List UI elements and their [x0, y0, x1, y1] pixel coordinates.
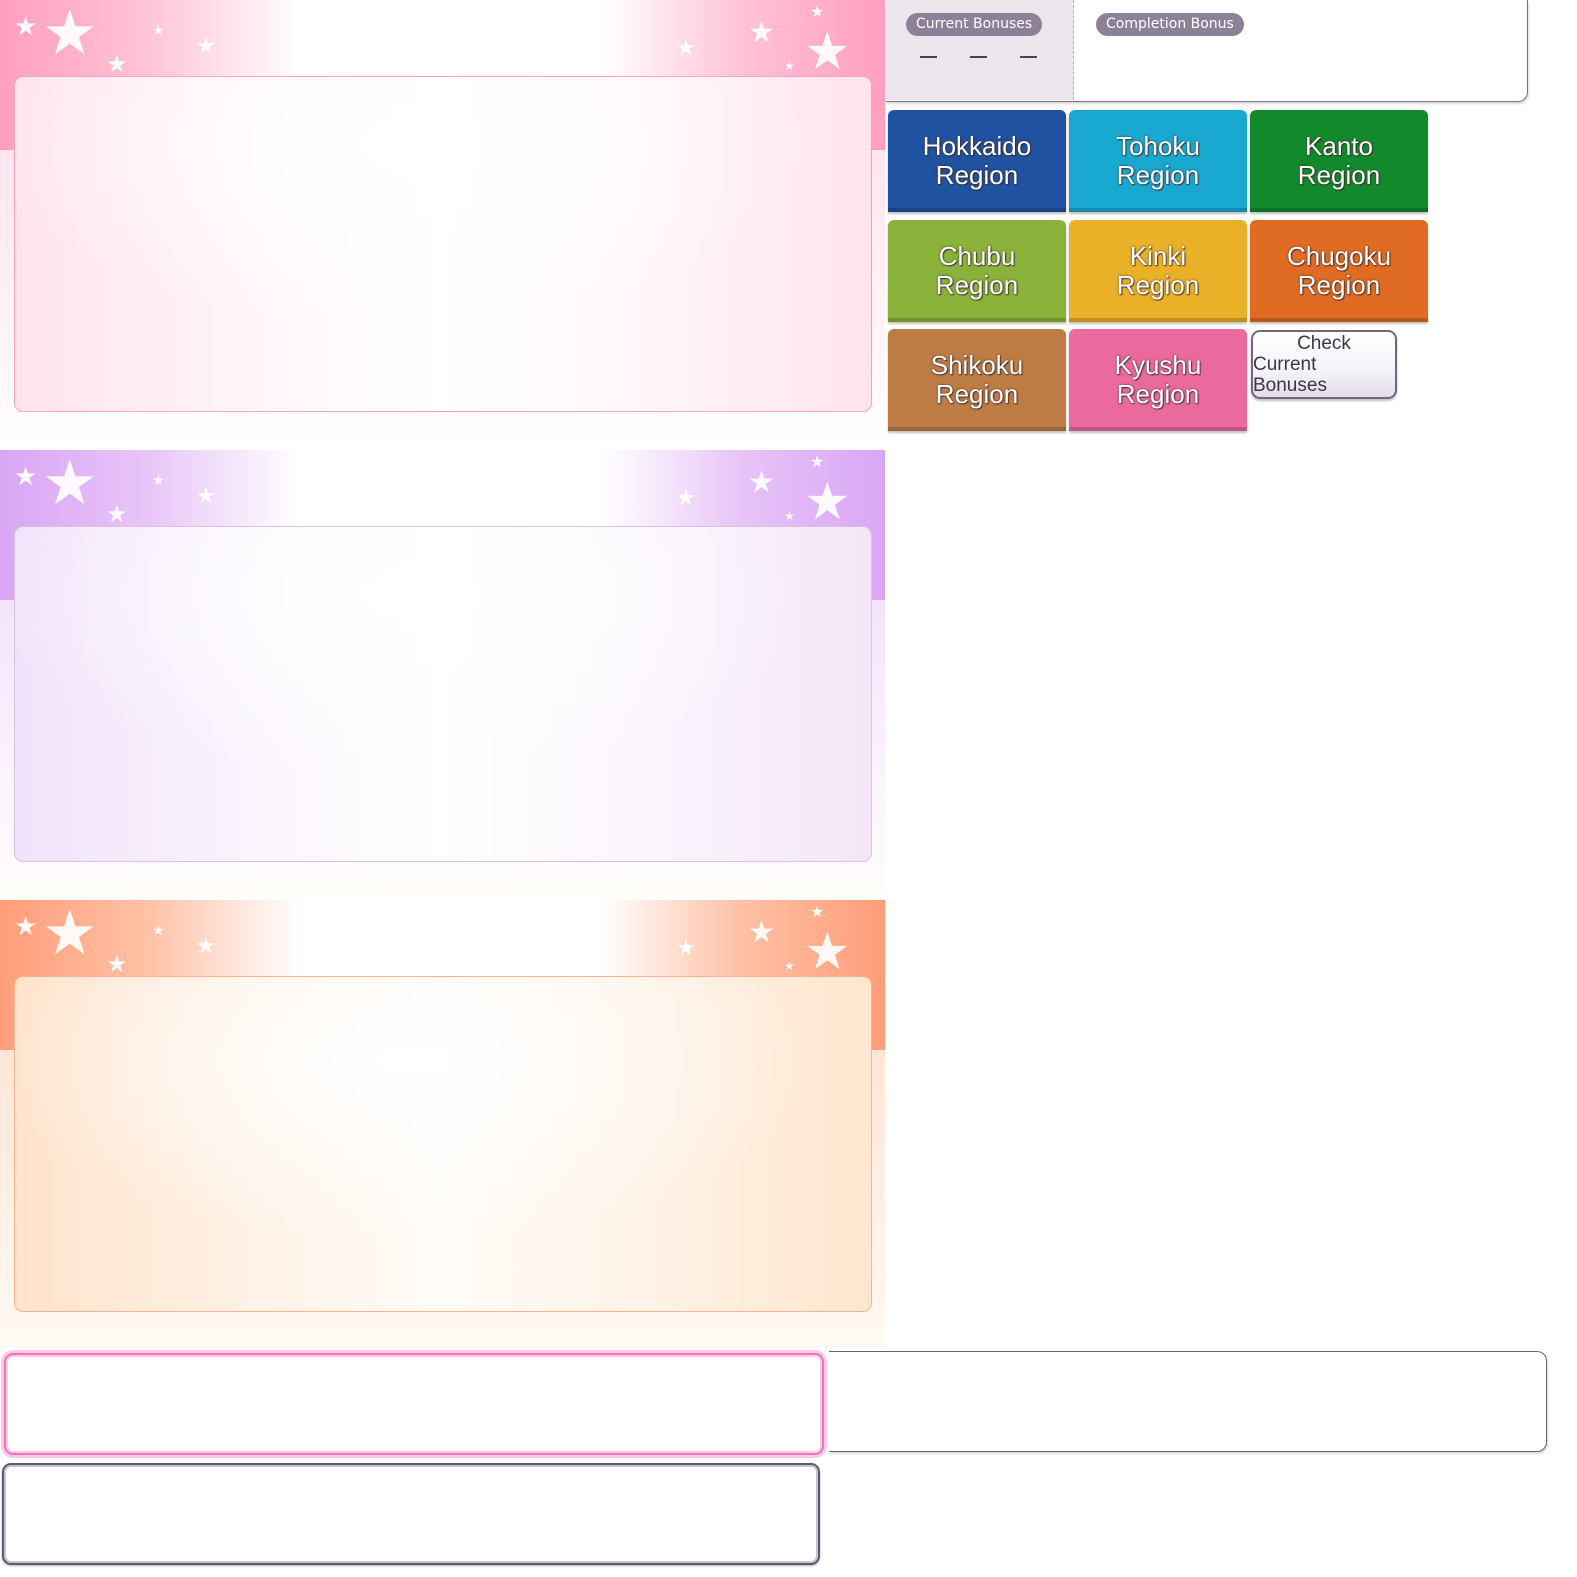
current-bonuses-area: Current Bonuses – – –: [886, 0, 1074, 100]
region-button-kanto[interactable]: Kanto Region: [1250, 110, 1428, 212]
current-bonus-value: –: [920, 56, 937, 58]
region-button-shikoku[interactable]: Shikoku Region: [888, 329, 1066, 431]
purple-content-box: [14, 526, 872, 862]
star-icon: ★: [784, 959, 795, 973]
region-suffix: Region: [935, 160, 1019, 190]
check-current-bonuses-button[interactable]: Check Current Bonuses: [1251, 330, 1397, 399]
orange-panel: ★ ★ ★ ★ ★ ★ ★ ★ ★ ★: [0, 900, 885, 1348]
star-icon: ★: [152, 23, 165, 39]
region-suffix: Region: [1116, 270, 1200, 300]
pink-content-box: [14, 76, 872, 412]
star-icon: ★: [152, 923, 165, 939]
region-name: Chubu: [938, 241, 1016, 271]
star-icon: ★: [676, 486, 696, 511]
star-icon: ★: [14, 12, 38, 42]
region-button-kinki[interactable]: Kinki Region: [1069, 220, 1247, 322]
star-icon: ★: [676, 36, 696, 61]
region-suffix: Region: [1116, 379, 1200, 409]
purple-panel: ★ ★ ★ ★ ★ ★ ★ ★ ★ ★: [0, 450, 885, 898]
completion-bonus-label: Completion Bonus: [1096, 13, 1244, 36]
star-icon: ★: [106, 50, 128, 78]
region-suffix: Region: [1297, 160, 1381, 190]
right-text-frame: [829, 1351, 1547, 1452]
current-bonuses-label: Current Bonuses: [906, 13, 1043, 36]
star-icon: ★: [42, 450, 98, 519]
star-icon: ★: [106, 500, 128, 528]
star-icon: ★: [748, 915, 775, 950]
star-icon: ★: [152, 473, 165, 489]
star-icon: ★: [196, 484, 216, 509]
region-name: Hokkaido: [922, 131, 1032, 161]
star-icon: ★: [804, 922, 851, 982]
star-icon: ★: [804, 472, 851, 532]
star-icon: ★: [804, 22, 851, 82]
region-button-chugoku[interactable]: Chugoku Region: [1250, 220, 1428, 322]
region-button-chubu[interactable]: Chubu Region: [888, 220, 1066, 322]
current-bonus-value: –: [1020, 56, 1037, 58]
region-suffix: Region: [1116, 160, 1200, 190]
star-icon: ★: [196, 34, 216, 59]
bonus-summary-box: Current Bonuses – – – Completion Bonus: [886, 0, 1528, 102]
orange-content-box: [14, 976, 872, 1312]
check-button-line2: Current Bonuses: [1253, 354, 1327, 396]
star-icon: ★: [748, 15, 775, 50]
region-name: Kinki: [1129, 241, 1187, 271]
region-name: Tohoku: [1116, 131, 1200, 161]
region-suffix: Region: [935, 379, 1019, 409]
star-icon: ★: [676, 936, 696, 961]
region-button-tohoku[interactable]: Tohoku Region: [1069, 110, 1247, 212]
star-icon: ★: [42, 0, 98, 69]
star-icon: ★: [14, 912, 38, 942]
grey-text-frame: [2, 1463, 820, 1565]
star-icon: ★: [106, 950, 128, 978]
current-bonus-value: –: [970, 56, 987, 58]
star-icon: ★: [810, 452, 825, 471]
region-button-hokkaido[interactable]: Hokkaido Region: [888, 110, 1066, 212]
region-name: Chugoku: [1286, 241, 1392, 271]
star-icon: ★: [784, 509, 795, 523]
star-icon: ★: [196, 934, 216, 959]
region-suffix: Region: [1297, 270, 1381, 300]
region-name: Kyushu: [1114, 350, 1202, 380]
star-icon: ★: [784, 59, 795, 73]
region-button-kyushu[interactable]: Kyushu Region: [1069, 329, 1247, 431]
region-name: Kanto: [1305, 131, 1373, 161]
pink-panel: ★ ★ ★ ★ ★ ★ ★ ★ ★ ★: [0, 0, 885, 448]
pink-text-frame: [4, 1353, 824, 1455]
star-icon: ★: [810, 902, 825, 921]
star-icon: ★: [748, 465, 775, 500]
region-name: Shikoku: [930, 350, 1024, 380]
star-icon: ★: [810, 2, 825, 21]
region-suffix: Region: [935, 270, 1019, 300]
check-button-line1: Check: [1297, 333, 1351, 354]
star-icon: ★: [42, 900, 98, 969]
star-icon: ★: [14, 462, 38, 492]
